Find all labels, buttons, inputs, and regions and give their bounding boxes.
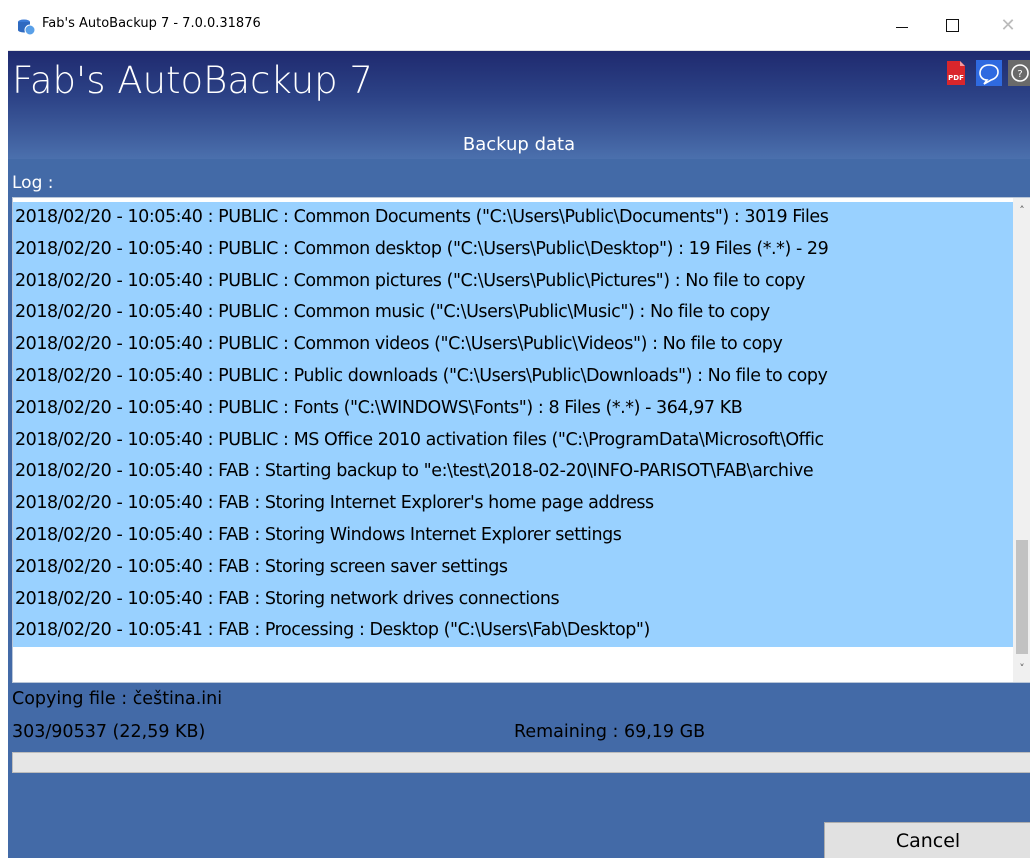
log-entry[interactable]: 2018/02/20 - 10:05:40 : PUBLIC : Fonts (… bbox=[13, 392, 1013, 425]
window-title: Fab's AutoBackup 7 - 7.0.0.31876 bbox=[42, 16, 261, 31]
log-entry[interactable]: 2018/02/20 - 10:05:40 : FAB : Storing Wi… bbox=[13, 519, 1013, 552]
pdf-icon-label: PDF bbox=[948, 74, 964, 82]
app-window: Fab's AutoBackup 7 - 7.0.0.31876 ✕ Fab's… bbox=[8, 0, 1030, 858]
scroll-thumb[interactable] bbox=[1016, 540, 1028, 654]
pdf-icon[interactable]: PDF bbox=[943, 59, 969, 87]
close-button[interactable]: ✕ bbox=[984, 0, 1030, 50]
log-entry[interactable]: 2018/02/20 - 10:05:40 : FAB : Storing sc… bbox=[13, 551, 1013, 584]
app-icon bbox=[18, 19, 36, 36]
log-entry[interactable]: 2018/02/20 - 10:05:40 : FAB : Storing ne… bbox=[13, 583, 1013, 616]
log-listbox[interactable]: 2018/02/20 - 10:05:40 : PUBLIC : Common … bbox=[12, 197, 1030, 683]
log-entry[interactable]: 2018/02/20 - 10:05:40 : FAB : Storing In… bbox=[13, 488, 1013, 520]
cancel-button[interactable]: Cancel bbox=[824, 822, 1030, 858]
log-entry[interactable]: 2018/02/20 - 10:05:40 : PUBLIC : Common … bbox=[13, 329, 1013, 361]
close-icon: ✕ bbox=[1000, 14, 1016, 36]
log-label: Log : bbox=[12, 173, 54, 193]
log-entry[interactable]: 2018/02/20 - 10:05:40 : PUBLIC : Public … bbox=[13, 360, 1013, 393]
maximize-icon bbox=[945, 18, 959, 32]
log-entry[interactable]: 2018/02/20 - 10:05:41 : FAB : Processing… bbox=[13, 615, 1013, 648]
title-bar[interactable]: Fab's AutoBackup 7 - 7.0.0.31876 ✕ bbox=[8, 0, 1030, 51]
log-entry[interactable]: 2018/02/20 - 10:05:40 : FAB : Starting b… bbox=[13, 456, 1013, 489]
log-entry[interactable]: 2018/02/20 - 10:05:40 : PUBLIC : MS Offi… bbox=[13, 424, 1013, 457]
app-header: Fab's AutoBackup 7 PDF ? bbox=[8, 51, 1030, 133]
app-title: Fab's AutoBackup 7 bbox=[12, 59, 373, 102]
minimize-button[interactable] bbox=[878, 0, 926, 50]
scroll-up-icon[interactable]: ˄ bbox=[1013, 204, 1030, 218]
remaining-text: Remaining : 69,19 GB bbox=[514, 722, 706, 742]
main-panel: Backup data Log : 2018/02/20 - 10:05:40 … bbox=[8, 133, 1030, 858]
log-list[interactable]: 2018/02/20 - 10:05:40 : PUBLIC : Common … bbox=[13, 202, 1013, 648]
minimize-icon bbox=[896, 26, 908, 28]
log-entry[interactable]: 2018/02/20 - 10:05:40 : PUBLIC : Common … bbox=[13, 202, 1013, 234]
svg-text:?: ? bbox=[1017, 69, 1022, 80]
section-title: Backup data bbox=[8, 133, 1030, 159]
scroll-down-icon[interactable]: ˅ bbox=[1013, 662, 1030, 676]
maximize-button[interactable] bbox=[928, 0, 976, 50]
help-bubble-icon[interactable] bbox=[976, 59, 1002, 87]
log-scrollbar[interactable]: ˄ ˅ bbox=[1013, 198, 1030, 682]
log-entry[interactable]: 2018/02/20 - 10:05:40 : PUBLIC : Common … bbox=[13, 265, 1013, 298]
about-icon[interactable]: ? bbox=[1007, 59, 1030, 87]
file-count-text: 303/90537 (22,59 KB) bbox=[12, 722, 206, 742]
copying-file-text: Copying file : čeština.ini bbox=[12, 689, 223, 709]
log-entry[interactable]: 2018/02/20 - 10:05:40 : PUBLIC : Common … bbox=[13, 297, 1013, 330]
progress-bar bbox=[12, 752, 1030, 773]
log-entry[interactable]: 2018/02/20 - 10:05:40 : PUBLIC : Common … bbox=[13, 233, 1013, 266]
